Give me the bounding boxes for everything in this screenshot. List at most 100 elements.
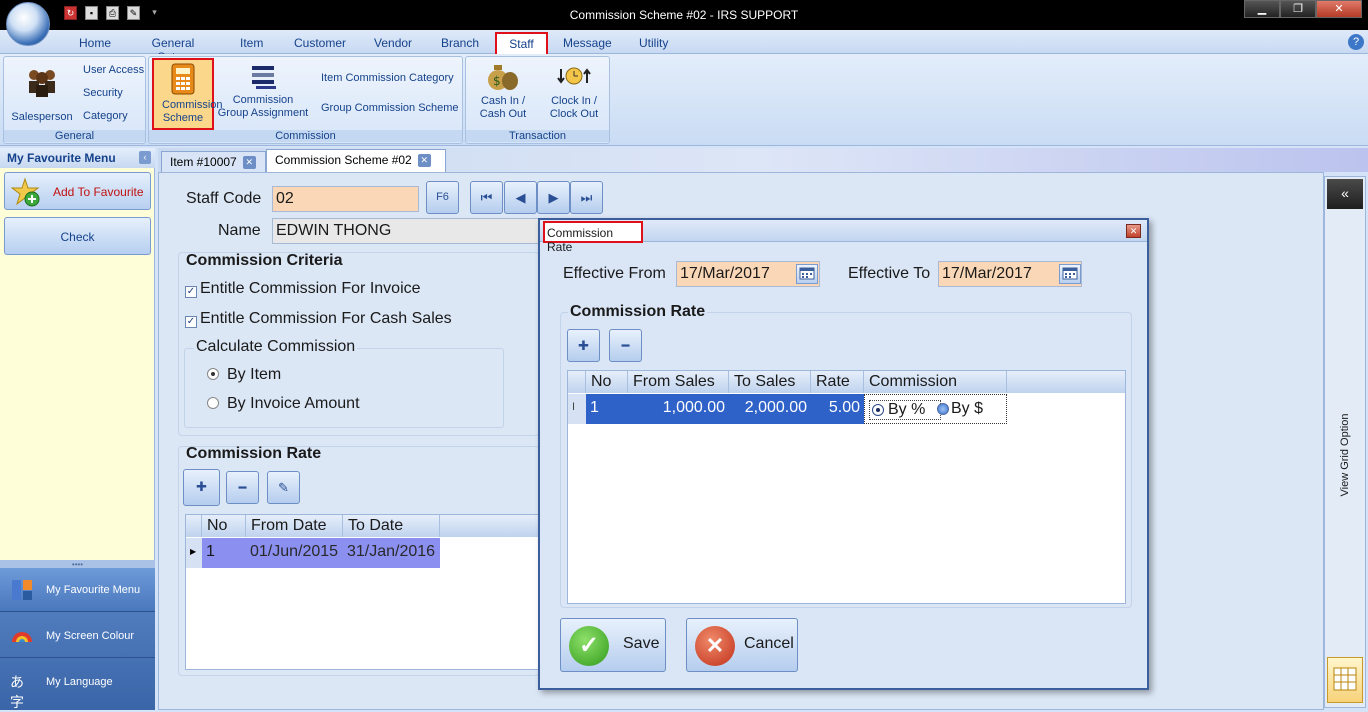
save-icon[interactable]: ▪: [85, 6, 98, 20]
qat-dropdown-icon[interactable]: ▾: [148, 6, 161, 20]
previous-record-button[interactable]: ◀: [504, 181, 537, 214]
check-button[interactable]: Check: [4, 217, 151, 255]
dgrid-cell-to-sales[interactable]: 2,000.00: [729, 394, 811, 424]
dialog-remove-row-button[interactable]: ━: [609, 329, 642, 362]
commission-rate-title: Commission Rate: [186, 445, 322, 462]
edit-rate-button[interactable]: ✎: [267, 471, 300, 504]
general-group-label: General: [4, 130, 145, 142]
close-button[interactable]: ✕: [1316, 0, 1362, 18]
checkbox-checked-icon: ✓: [185, 316, 197, 328]
expand-panel-icon[interactable]: «: [1327, 179, 1363, 209]
tab-utility[interactable]: Utility: [639, 34, 668, 54]
close-tab-icon[interactable]: ✕: [242, 156, 256, 170]
first-record-button[interactable]: ⏮: [470, 181, 503, 214]
tab-vendor[interactable]: Vendor: [374, 34, 412, 54]
radio-selected-icon: [207, 368, 219, 380]
tab-message[interactable]: Message: [563, 34, 612, 54]
f6-lookup-button[interactable]: F6: [426, 181, 459, 214]
dialog-add-row-button[interactable]: ✚: [567, 329, 600, 362]
nav-my-favourite-menu[interactable]: My Favourite Menu: [0, 568, 155, 612]
dgrid-cell-from-sales[interactable]: 1,000.00: [628, 394, 729, 424]
tab-item-10007[interactable]: Item #10007 ✕: [161, 151, 266, 172]
date-rate-grid: No From Date To Date ▶ 1 01/Jun/2015 31/…: [185, 514, 540, 670]
commission-group-assignment-button[interactable]: Commission Group Assignment: [217, 62, 309, 128]
window-controls: ▁ ❐ ✕: [1244, 0, 1362, 18]
dgrid-header-no: No: [586, 371, 628, 393]
group-commission-scheme-button[interactable]: Group Commission Scheme: [321, 102, 459, 114]
effective-from-label: Effective From: [563, 265, 666, 282]
by-item-radio[interactable]: By Item: [207, 366, 281, 384]
minimize-button[interactable]: ▁: [1244, 0, 1280, 18]
collapse-sidebar-icon[interactable]: ‹: [139, 151, 151, 164]
tab-branch[interactable]: Branch: [441, 34, 479, 54]
name-input[interactable]: EDWIN THONG: [272, 218, 542, 244]
salesperson-button[interactable]: Salesperson: [8, 65, 76, 125]
last-icon: ⏭: [580, 190, 593, 205]
add-rate-button[interactable]: ✚: [183, 469, 220, 506]
close-tab-icon[interactable]: ✕: [417, 154, 431, 168]
commission-scheme-button[interactable]: Commission Scheme: [152, 58, 223, 130]
ribbon-group-transaction: $ Cash In / Cash Out Clock In / Clock Ou…: [465, 56, 610, 144]
quick-access-toolbar: ↻ ▪ ⎙ ✎ ▾: [64, 6, 161, 22]
document-tab-strip: Item #10007 ✕ Commission Scheme #02 ✕: [158, 148, 1368, 172]
effective-from-calendar-icon[interactable]: [796, 264, 818, 284]
minus-icon: ━: [621, 338, 630, 353]
grid-option-icon[interactable]: [1327, 657, 1363, 703]
refresh-icon[interactable]: ↻: [64, 6, 77, 20]
item-commission-category-button[interactable]: Item Commission Category: [321, 72, 454, 84]
sidebar-title: My Favourite Menu: [0, 148, 155, 168]
cancel-label: Cancel: [744, 635, 794, 652]
sidebar-splitter[interactable]: ••••: [0, 560, 155, 569]
next-record-button[interactable]: ▶: [537, 181, 570, 214]
calendar-icon: [1062, 267, 1078, 280]
salesperson-label: Salesperson: [11, 111, 73, 123]
entitle-invoice-checkbox[interactable]: ✓ Entitle Commission For Invoice: [185, 280, 421, 298]
dialog-close-button[interactable]: ✕: [1126, 224, 1141, 238]
by-invoice-amount-label: By Invoice Amount: [227, 395, 360, 412]
clock-in-out-button[interactable]: Clock In / Clock Out: [542, 61, 606, 127]
app-menu-button[interactable]: [6, 2, 50, 46]
tab-customer[interactable]: Customer: [294, 34, 346, 54]
by-invoice-amount-radio[interactable]: By Invoice Amount: [207, 395, 360, 413]
staff-code-input[interactable]: 02: [272, 186, 419, 212]
help-icon[interactable]: ?: [1348, 34, 1364, 50]
dgrid-cell-rate[interactable]: 5.00: [811, 394, 864, 424]
edit-icon[interactable]: ✎: [127, 6, 140, 20]
grid-row-indicator-header: [568, 371, 586, 393]
svg-text:$: $: [493, 74, 501, 88]
user-access-button[interactable]: User Access: [83, 64, 144, 76]
tab-staff[interactable]: Staff: [495, 32, 548, 56]
dgrid-header-to-sales: To Sales: [729, 371, 811, 393]
entitle-invoice-label: Entitle Commission For Invoice: [200, 280, 421, 297]
radio-unselected-icon: [937, 403, 949, 415]
add-to-favourite-button[interactable]: Add To Favourite: [4, 172, 151, 210]
tab-commission-scheme-02[interactable]: Commission Scheme #02 ✕: [266, 149, 446, 172]
cash-in-out-button[interactable]: $ Cash In / Cash Out: [470, 61, 536, 127]
commission-group-label: Commission: [149, 130, 462, 142]
view-grid-option-label-wrap[interactable]: View Grid Option: [1327, 414, 1363, 497]
by-dollar-radio[interactable]: By $: [935, 400, 983, 418]
nav-my-screen-colour[interactable]: My Screen Colour: [0, 614, 155, 658]
security-button[interactable]: Security: [83, 87, 123, 99]
tab-home[interactable]: Home: [79, 34, 111, 54]
entitle-cash-sales-checkbox[interactable]: ✓ Entitle Commission For Cash Sales: [185, 310, 452, 328]
tab-item[interactable]: Item: [240, 34, 263, 54]
save-button[interactable]: ✓ Save: [560, 618, 666, 672]
remove-rate-button[interactable]: ━: [226, 471, 259, 504]
category-button[interactable]: Category: [83, 110, 128, 122]
name-label: Name: [218, 222, 261, 239]
maximize-button[interactable]: ❐: [1280, 0, 1316, 18]
grid-cell-from-date: 01/Jun/2015: [246, 538, 343, 568]
tab-general-setup[interactable]: General Setup: [137, 34, 209, 64]
last-record-button[interactable]: ⏭: [570, 181, 603, 214]
nav-screen-colour-label: My Screen Colour: [46, 630, 135, 642]
nav-my-language[interactable]: あ字 My Language: [0, 660, 155, 710]
dialog-rate-title: Commission Rate: [568, 303, 708, 321]
effective-to-calendar-icon[interactable]: [1059, 264, 1081, 284]
cancel-button[interactable]: ✕ Cancel: [686, 618, 798, 672]
print-icon[interactable]: ⎙: [106, 6, 119, 20]
calculate-frame: [184, 348, 504, 428]
by-percent-radio[interactable]: By %: [869, 400, 941, 420]
window-title: Commission Scheme #02 - IRS SUPPORT: [569, 8, 799, 22]
ribbon: Salesperson User Access Security Categor…: [0, 54, 1368, 146]
